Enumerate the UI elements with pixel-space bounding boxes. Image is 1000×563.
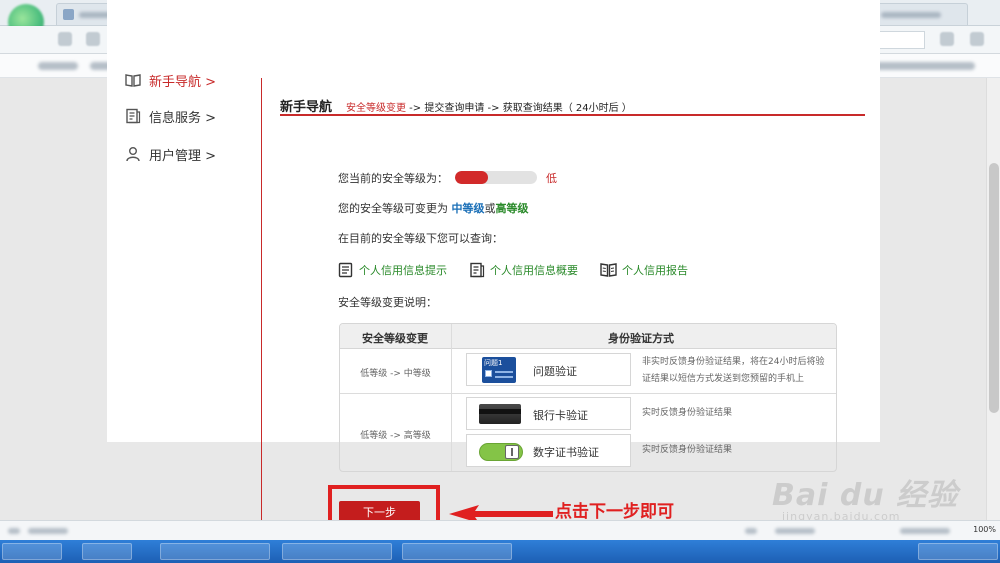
step-current: 安全等级变更	[346, 103, 406, 114]
column-divider	[451, 324, 452, 471]
change-prefix: 您的安全等级可变更为	[338, 202, 448, 215]
status-icon[interactable]	[745, 528, 757, 534]
browser-status-bar: 100%	[0, 520, 1000, 540]
scrollbar-thumb[interactable]	[989, 163, 999, 413]
status-text	[28, 528, 68, 534]
question-icon: 问题1	[482, 357, 516, 383]
bookmark-item[interactable]	[38, 62, 78, 70]
method-description: 实时反馈身份验证结果	[642, 445, 733, 455]
method-question[interactable]: 问题1 问题验证	[466, 353, 631, 386]
method-description: 非实时反馈身份验证结果，将在24小时后将验证结果以短信方式发送到您预留的手机上	[642, 357, 825, 384]
status-icon[interactable]	[900, 528, 950, 534]
security-level-fill	[455, 171, 488, 184]
page-title: 新手导航	[280, 100, 333, 115]
document-icon	[338, 262, 353, 278]
link-credit-report[interactable]: 个人信用报告	[600, 262, 688, 278]
start-button[interactable]	[2, 543, 62, 560]
taskbar-item[interactable]	[82, 543, 132, 560]
status-icon[interactable]	[775, 528, 815, 534]
current-level-value: 低	[546, 172, 557, 185]
security-level-bar	[455, 171, 537, 184]
level-change-text: 低等级 -> 中等级	[360, 369, 431, 379]
status-icon	[8, 528, 20, 534]
column-header: 安全等级变更	[362, 332, 428, 345]
method-description: 实时反馈身份验证结果	[642, 408, 733, 418]
sidebar-divider	[261, 78, 262, 520]
step-separator: ->	[484, 103, 503, 114]
bank-card-icon	[479, 404, 521, 424]
watermark-main: Bai du 经验	[772, 478, 959, 513]
row-divider	[340, 393, 836, 394]
link-label: 个人信用信息概要	[490, 264, 578, 277]
method-label: 问题验证	[533, 365, 577, 378]
step-breadcrumb: 安全等级变更 -> 提交查询申请 -> 获取查询结果（ 24小时后 ）	[346, 99, 632, 114]
main-header: 新手导航 安全等级变更 -> 提交查询申请 -> 获取查询结果（ 24小时后 ）	[280, 94, 865, 116]
column-header: 身份验证方式	[608, 332, 674, 345]
method-label: 数字证书验证	[533, 446, 599, 459]
document-icon	[126, 108, 141, 124]
annotation-text: 点击下一步即可	[555, 502, 674, 522]
link-label: 个人信用报告	[622, 264, 688, 277]
settings-icon[interactable]	[970, 32, 984, 46]
sidebar-item-guide[interactable]: 新手导航 >	[125, 69, 216, 91]
book-icon	[125, 74, 141, 87]
sidebar-item-label: 信息服务 >	[149, 110, 217, 126]
document-icon	[470, 262, 485, 278]
user-icon	[126, 147, 140, 162]
table-header: 安全等级变更 身份验证方式	[340, 324, 836, 349]
watermark: Bai du 经验 jingyan.baidu.com	[760, 458, 990, 528]
sidebar: 新手导航 > 信息服务 > 用户管理 >	[107, 74, 261, 520]
back-icon[interactable]	[58, 32, 72, 46]
sidebar-item-info-service[interactable]: 信息服务 >	[125, 105, 216, 127]
medium-level-text: 中等级	[451, 202, 485, 215]
step-item: 获取查询结果	[502, 103, 563, 114]
step-note: （ 24小时后 ）	[562, 103, 632, 114]
change-options-line: 您的安全等级可变更为 中等级或高等级	[338, 200, 529, 216]
query-intro: 在目前的安全等级下您可以查询：	[338, 232, 503, 245]
open-book-icon	[600, 263, 617, 277]
usb-key-icon	[479, 443, 523, 461]
zoom-level[interactable]: 100%	[973, 525, 996, 534]
step-item: 提交查询申请	[424, 103, 485, 114]
question-icon-label: 问题1	[484, 359, 503, 367]
system-tray[interactable]	[918, 543, 998, 560]
step-separator: ->	[406, 103, 425, 114]
sidebar-item-label: 新手导航 >	[149, 74, 217, 90]
os-taskbar	[0, 540, 1000, 563]
taskbar-item[interactable]	[160, 543, 270, 560]
method-label: 银行卡验证	[533, 409, 588, 422]
taskbar-item[interactable]	[282, 543, 392, 560]
menu-icon[interactable]	[940, 32, 954, 46]
link-credit-summary[interactable]: 个人信用信息概要	[469, 262, 578, 278]
or-text: 或	[484, 202, 496, 215]
link-label: 个人信用信息提示	[359, 264, 447, 277]
vertical-scrollbar[interactable]	[986, 78, 1000, 520]
verification-table: 安全等级变更 身份验证方式 低等级 -> 中等级 问题1 问题验证 非实时反馈身…	[339, 323, 837, 472]
sidebar-item-label: 用户管理 >	[149, 148, 217, 164]
forward-icon[interactable]	[86, 32, 100, 46]
explain-label: 安全等级变更说明：	[338, 296, 437, 309]
high-level-text: 高等级	[495, 202, 529, 215]
link-credit-tip[interactable]: 个人信用信息提示	[338, 262, 447, 278]
taskbar-item[interactable]	[402, 543, 512, 560]
current-level-label: 您当前的安全等级为：	[338, 172, 448, 185]
method-bank-card[interactable]: 银行卡验证	[466, 397, 631, 430]
level-change-text: 低等级 -> 高等级	[360, 431, 431, 441]
next-step-button[interactable]: 下一步	[339, 501, 420, 522]
method-digital-cert[interactable]: 数字证书验证	[466, 434, 631, 467]
sidebar-item-user-management[interactable]: 用户管理 >	[125, 143, 216, 165]
